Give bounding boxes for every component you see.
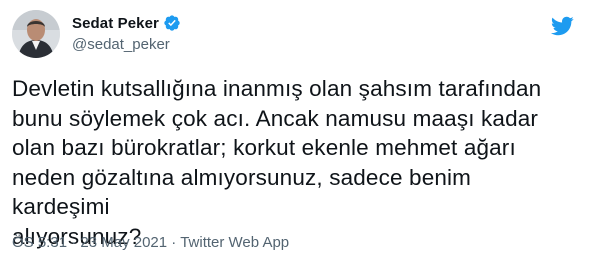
avatar-image xyxy=(12,10,60,58)
meta-separator-2: · xyxy=(167,234,181,251)
twitter-bird-icon[interactable] xyxy=(550,14,574,38)
tweet-client: Twitter Web App xyxy=(180,234,290,251)
user-handle[interactable]: @sedat_peker xyxy=(72,36,181,53)
tweet-text: Devletin kutsallığına inanmış olan şahsı… xyxy=(12,76,542,249)
tweet-card: Sedat Peker @sedat_peker Devletin kutsal… xyxy=(0,0,590,264)
tweet-meta: ÖS 5:31 · 23 May 2021 · Twitter Web App xyxy=(12,234,289,251)
avatar[interactable] xyxy=(12,10,60,58)
verified-badge-icon xyxy=(164,15,180,31)
display-name[interactable]: Sedat Peker xyxy=(72,15,159,32)
tweet-date[interactable]: 23 May 2021 xyxy=(80,234,167,251)
tweet-time[interactable]: ÖS 5:31 xyxy=(12,234,67,251)
meta-separator: · xyxy=(67,234,81,251)
author-block: Sedat Peker @sedat_peker xyxy=(72,13,181,53)
name-row: Sedat Peker xyxy=(72,13,181,33)
